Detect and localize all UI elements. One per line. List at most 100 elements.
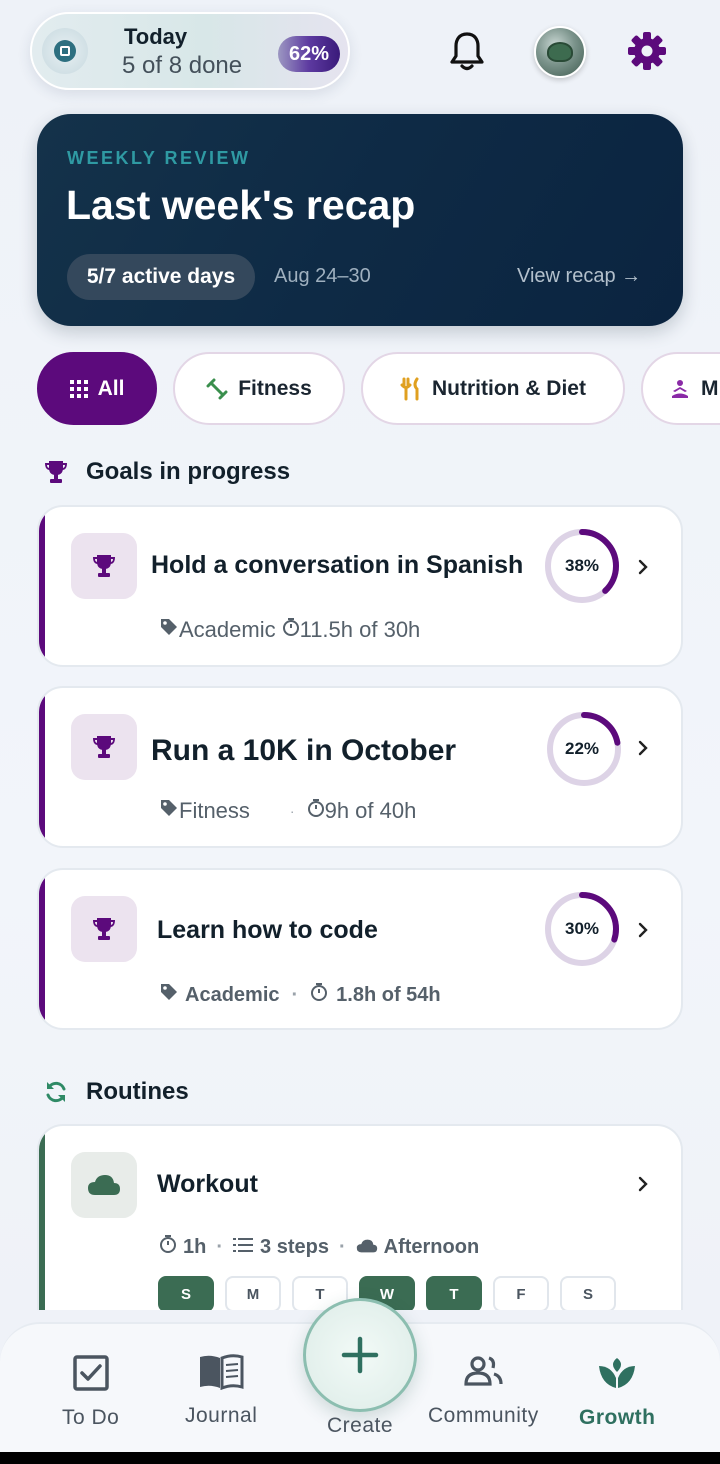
book-icon [200,1354,244,1390]
routine-title: Workout [157,1170,258,1198]
trophy-icon [71,533,137,599]
goal-meta: Fitness · 9h of 40h [159,798,416,824]
day-label: W [379,1285,395,1303]
trophy-icon [71,896,137,962]
chevron-right-icon[interactable] [636,1174,650,1194]
filter-chip-fitness[interactable]: Fitness [173,352,345,425]
review-date-range: Aug 24–30 [274,265,371,287]
create-label: Create [326,1414,394,1437]
refresh-icon [46,1081,66,1103]
goal-title: Learn how to code [157,916,378,944]
system-bar [0,1452,720,1464]
nav-growth[interactable]: Growth [579,1354,656,1430]
goal-percent: 30% [564,919,600,938]
nav-todo[interactable]: To Do [62,1354,119,1430]
list-icon [233,1236,254,1259]
cloud-icon [356,1236,378,1259]
goal-card[interactable]: Learn how to code Academic · 1.8h of 54h… [37,868,683,1030]
goal-category: Academic [179,617,276,642]
goal-percent: 22% [564,739,600,758]
goal-meta: Academic 11.5h of 30h [159,617,420,643]
goal-time: 9h of 40h [324,798,417,823]
plus-icon [341,1336,379,1374]
fork-knife-icon [400,377,422,401]
nav-journal[interactable]: Journal [185,1354,257,1428]
filter-chip-all[interactable]: All [37,352,157,425]
create-button[interactable] [303,1298,417,1412]
section-title: Routines [86,1078,189,1105]
goal-percent: 38% [564,556,600,575]
review-title: Last week's recap [66,182,416,228]
weekly-review-card[interactable]: WEEKLY REVIEW Last week's recap 5/7 acti… [37,114,683,326]
active-days-badge: 5/7 active days [67,254,255,300]
bell-icon[interactable] [448,30,486,72]
routine-steps: 3 steps [260,1235,329,1258]
day-label: S [582,1285,593,1303]
card-accent [39,688,45,846]
goal-category: Academic [185,983,280,1006]
review-eyebrow: WEEKLY REVIEW [67,148,251,168]
filter-chip-label: Fitness [238,376,312,400]
tag-icon [159,982,179,1008]
nav-label: Journal [185,1404,258,1427]
day-chip-thu[interactable]: T [426,1276,482,1310]
sprout-icon [599,1358,636,1388]
tag-icon [159,798,179,824]
meta-separator: · [289,803,295,819]
grid-icon [69,379,88,398]
card-accent [39,1126,45,1310]
nav-label: Community [428,1404,539,1427]
meta-separator: · [338,1235,346,1258]
meta-separator: · [291,983,299,1006]
filter-chip-nutrition[interactable]: Nutrition & Diet [361,352,625,425]
filter-chip-label: M [701,376,719,400]
goal-meta: Academic · 1.8h of 54h [159,982,441,1008]
today-percent-badge: 62% [278,36,340,72]
nav-community[interactable]: Community [428,1354,539,1428]
turtle-icon [547,42,573,62]
category-filter-bar: All Fitness Nutrition & Diet M [0,352,720,426]
checkbox-icon [72,1355,109,1391]
gear-icon[interactable] [626,30,668,72]
day-chip-sat[interactable]: S [560,1276,616,1310]
goal-card[interactable]: Run a 10K in October Fitness · 9h of 40h… [37,686,683,848]
routine-meta: 1h · 3 steps · Afternoon [159,1234,479,1260]
goal-card[interactable]: Hold a conversation in Spanish Academic … [37,505,683,667]
today-title: Today [124,24,188,49]
cloud-icon [71,1152,137,1218]
day-chip-fri[interactable]: F [493,1276,549,1310]
day-chip-mon[interactable]: M [225,1276,281,1310]
calendar-icon [42,28,88,74]
day-label: S [180,1285,191,1303]
people-icon [464,1356,503,1386]
filter-chip-label: All [97,376,125,400]
day-chip-sun[interactable]: S [158,1276,214,1310]
chevron-right-icon[interactable] [636,920,650,940]
goal-title: Hold a conversation in Spanish [151,551,524,579]
meditation-icon [669,379,691,399]
meta-separator: · [216,1235,224,1258]
chevron-right-icon[interactable] [636,738,650,758]
filter-chip-mindfulness[interactable]: M [641,352,720,425]
nav-label: Growth [579,1406,656,1429]
nav-label: To Do [62,1406,120,1429]
routine-card[interactable]: Workout 1h · 3 steps · Afternoon S M T W… [37,1124,683,1310]
tag-icon [159,617,179,643]
day-label: T [315,1285,325,1303]
day-label: F [516,1285,526,1303]
routines-section-header: Routines [44,1078,189,1106]
trophy-icon [45,461,67,483]
dumbbell-icon [206,378,228,400]
day-label: M [246,1285,260,1303]
view-recap-link[interactable]: View recap → [517,265,641,288]
card-accent [39,507,45,665]
chevron-right-icon[interactable] [636,557,650,577]
timer-icon [307,798,325,824]
routine-duration: 1h [183,1235,207,1258]
goal-time: 11.5h of 30h [299,617,421,642]
goal-time: 1.8h of 54h [336,983,441,1006]
timer-icon [310,982,328,1008]
avatar[interactable] [534,26,586,78]
today-progress-pill[interactable]: Today 5 of 8 done 62% [30,12,350,90]
goal-category: Fitness [179,798,250,823]
